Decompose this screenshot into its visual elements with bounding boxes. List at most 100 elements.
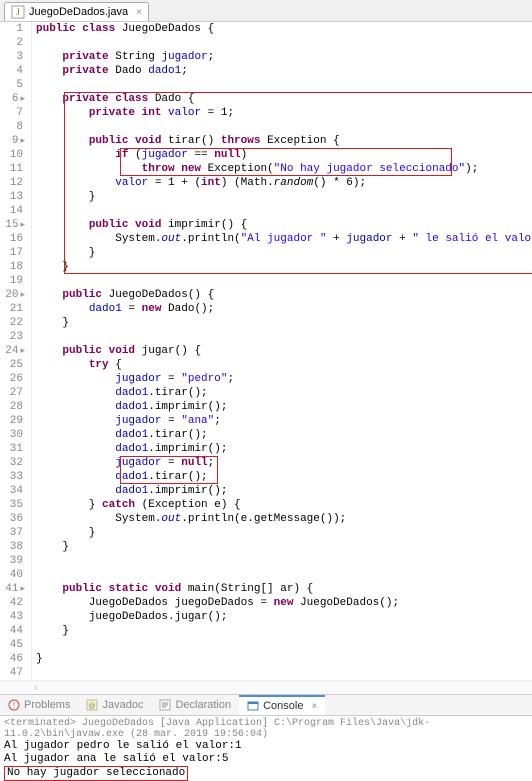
- code-line[interactable]: dado1.tirar();: [32, 428, 532, 442]
- console-view[interactable]: <terminated> JuegoDeDados [Java Applicat…: [0, 716, 532, 781]
- code-line[interactable]: [32, 330, 532, 344]
- line-number: 2: [0, 36, 25, 50]
- code-line[interactable]: dado1.tirar();: [32, 470, 532, 484]
- code-line[interactable]: }: [32, 652, 532, 666]
- code-area[interactable]: public class JuegoDeDados { private Stri…: [32, 22, 532, 680]
- line-number: 6▸: [0, 92, 25, 106]
- svg-text:@: @: [89, 703, 96, 710]
- code-line[interactable]: jugador = "pedro";: [32, 372, 532, 386]
- code-line[interactable]: }: [32, 624, 532, 638]
- code-line[interactable]: public void tirar() throws Exception {: [32, 134, 532, 148]
- code-line[interactable]: dado1.imprimir();: [32, 442, 532, 456]
- tab-declaration[interactable]: Declaration: [151, 695, 239, 715]
- close-icon[interactable]: ×: [311, 701, 317, 712]
- code-line[interactable]: public void imprimir() {: [32, 218, 532, 232]
- line-number: 13: [0, 190, 25, 204]
- line-number: 12: [0, 176, 25, 190]
- highlight-console-output: No hay jugador seleccionado: [4, 766, 188, 781]
- line-number: 41▸: [0, 582, 25, 596]
- line-number: 20▸: [0, 288, 25, 302]
- code-line[interactable]: [32, 638, 532, 652]
- code-line[interactable]: jugador = null;: [32, 456, 532, 470]
- code-line[interactable]: }: [32, 540, 532, 554]
- console-icon: [247, 700, 259, 712]
- tab-label: Console: [263, 700, 303, 712]
- code-line[interactable]: [32, 666, 532, 680]
- code-line[interactable]: }: [32, 260, 532, 274]
- code-line[interactable]: private int valor = 1;: [32, 106, 532, 120]
- code-line[interactable]: [32, 36, 532, 50]
- code-line[interactable]: private class Dado {: [32, 92, 532, 106]
- line-number: 42: [0, 596, 25, 610]
- line-number: 37: [0, 526, 25, 540]
- console-output-line: No hay jugador seleccionado: [4, 766, 528, 779]
- code-line[interactable]: private Dado dado1;: [32, 64, 532, 78]
- code-line[interactable]: public void jugar() {: [32, 344, 532, 358]
- line-number: 3: [0, 50, 25, 64]
- tab-console[interactable]: Console ×: [239, 695, 325, 715]
- code-line[interactable]: System.out.println(e.getMessage());: [32, 512, 532, 526]
- close-icon[interactable]: ×: [136, 7, 142, 18]
- javadoc-icon: @: [86, 699, 98, 711]
- code-line[interactable]: private String jugador;: [32, 50, 532, 64]
- horizontal-scroll-hint[interactable]: ‹: [0, 680, 532, 694]
- line-number: 47: [0, 666, 25, 680]
- file-tab[interactable]: J JuegoDeDados.java ×: [4, 2, 149, 21]
- line-number: 11: [0, 162, 25, 176]
- line-number: 16: [0, 232, 25, 246]
- console-output-line: Al jugador ana le salió el valor:5: [4, 753, 528, 766]
- code-line[interactable]: public class JuegoDeDados {: [32, 22, 532, 36]
- code-line[interactable]: System.out.println("Al jugador " + jugad…: [32, 232, 532, 246]
- code-line[interactable]: throw new Exception("No hay jugador sele…: [32, 162, 532, 176]
- line-number: 27: [0, 386, 25, 400]
- console-launch-header: <terminated> JuegoDeDados [Java Applicat…: [4, 718, 528, 740]
- line-number: 31: [0, 442, 25, 456]
- code-line[interactable]: }: [32, 190, 532, 204]
- code-line[interactable]: valor = 1 + (int) (Math.random() * 6);: [32, 176, 532, 190]
- line-number: 38: [0, 540, 25, 554]
- tab-label: Problems: [24, 699, 70, 711]
- line-number: 19: [0, 274, 25, 288]
- code-line[interactable]: dado1.imprimir();: [32, 484, 532, 498]
- code-line[interactable]: [32, 568, 532, 582]
- code-line[interactable]: } catch (Exception e) {: [32, 498, 532, 512]
- line-number: 21: [0, 302, 25, 316]
- code-line[interactable]: [32, 78, 532, 92]
- line-number: 8: [0, 120, 25, 134]
- problems-icon: !: [8, 699, 20, 711]
- code-line[interactable]: try {: [32, 358, 532, 372]
- code-line[interactable]: }: [32, 246, 532, 260]
- line-number: 28: [0, 400, 25, 414]
- code-line[interactable]: public JuegoDeDados() {: [32, 288, 532, 302]
- code-line[interactable]: [32, 274, 532, 288]
- line-number: 39: [0, 554, 25, 568]
- code-line[interactable]: [32, 554, 532, 568]
- line-number: 29: [0, 414, 25, 428]
- line-number: 36: [0, 512, 25, 526]
- code-line[interactable]: juegoDeDados.jugar();: [32, 610, 532, 624]
- line-number: 40: [0, 568, 25, 582]
- tab-problems[interactable]: ! Problems: [0, 695, 78, 715]
- code-line[interactable]: if (jugador == null): [32, 148, 532, 162]
- tab-javadoc[interactable]: @ Javadoc: [78, 695, 151, 715]
- code-line[interactable]: dado1.tirar();: [32, 386, 532, 400]
- line-number: 14: [0, 204, 25, 218]
- file-tab-label: JuegoDeDados.java: [29, 6, 128, 18]
- code-line[interactable]: dado1.imprimir();: [32, 400, 532, 414]
- line-number: 33: [0, 470, 25, 484]
- line-number: 44: [0, 624, 25, 638]
- line-number: 22: [0, 316, 25, 330]
- code-line[interactable]: }: [32, 316, 532, 330]
- code-line[interactable]: [32, 204, 532, 218]
- code-line[interactable]: dado1 = new Dado();: [32, 302, 532, 316]
- code-line[interactable]: public static void main(String[] ar) {: [32, 582, 532, 596]
- line-number: 4: [0, 64, 25, 78]
- code-line[interactable]: jugador = "ana";: [32, 414, 532, 428]
- code-editor[interactable]: 123456▸789▸101112131415▸1617181920▸21222…: [0, 22, 532, 680]
- code-line[interactable]: JuegoDeDados juegoDeDados = new JuegoDeD…: [32, 596, 532, 610]
- code-line[interactable]: [32, 120, 532, 134]
- tab-label: Javadoc: [102, 699, 143, 711]
- code-line[interactable]: }: [32, 526, 532, 540]
- line-number: 7: [0, 106, 25, 120]
- editor-tab-bar: J JuegoDeDados.java ×: [0, 0, 532, 22]
